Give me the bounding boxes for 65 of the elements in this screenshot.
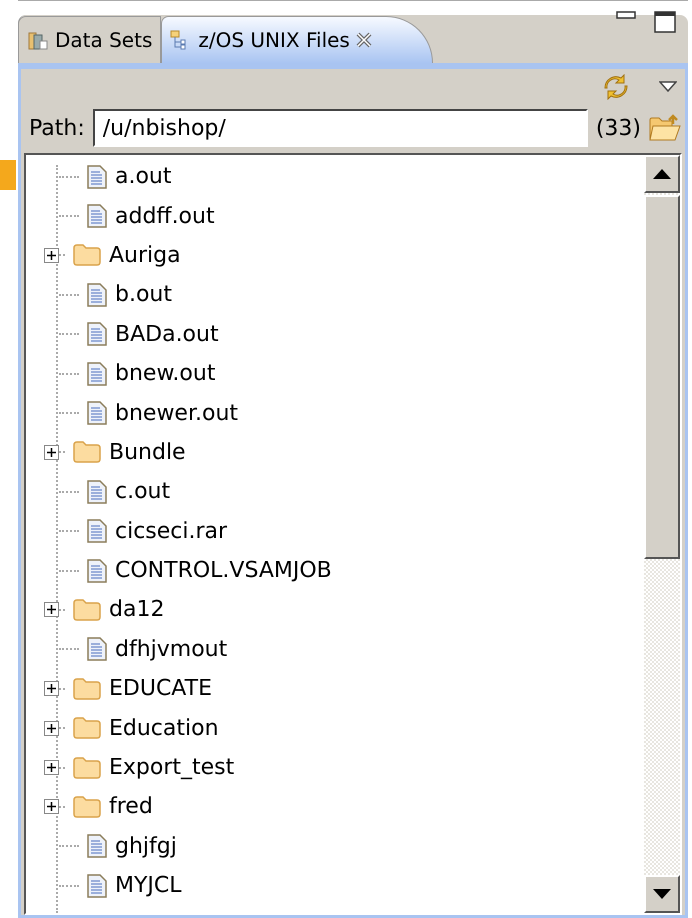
- document-icon: [87, 282, 107, 307]
- document-icon: [87, 558, 107, 583]
- folder-icon: [73, 717, 101, 740]
- document-icon: [87, 480, 107, 504]
- expand-toggle[interactable]: [44, 760, 59, 776]
- file-name[interactable]: dfhjvmout: [115, 636, 228, 662]
- file-name[interactable]: BADa.out: [115, 322, 219, 347]
- folder-name[interactable]: Export_test: [109, 755, 234, 780]
- folder-icon: [73, 441, 101, 464]
- document-icon: [87, 519, 107, 544]
- scrollbar[interactable]: [644, 155, 680, 913]
- folder-icon: [73, 678, 101, 700]
- path-field[interactable]: /u/nbishop/: [92, 109, 588, 147]
- folder-name[interactable]: Bundle: [109, 440, 186, 465]
- document-icon: [87, 637, 107, 662]
- file-name[interactable]: a.out: [115, 164, 172, 190]
- scroll-thumb[interactable]: [644, 195, 680, 559]
- file-name[interactable]: ghjfgj: [115, 834, 177, 859]
- document-icon: [87, 874, 107, 898]
- folder-name[interactable]: Education: [109, 716, 219, 741]
- document-icon: [87, 401, 107, 426]
- file-name[interactable]: bnewer.out: [115, 400, 238, 426]
- document-icon: [87, 164, 107, 189]
- minimize-icon[interactable]: [616, 11, 636, 19]
- file-name[interactable]: b.out: [115, 282, 172, 308]
- view-tab[interactable]: Data Sets: [18, 16, 162, 63]
- folder-name[interactable]: EDUCATE: [109, 676, 212, 702]
- file-name[interactable]: MYJCL: [115, 873, 182, 898]
- folder-name[interactable]: fred: [109, 794, 153, 820]
- open-folder-icon[interactable]: [649, 114, 681, 142]
- file-name[interactable]: bnew.out: [115, 361, 216, 386]
- dropdown-icon[interactable]: [659, 81, 677, 93]
- file-name[interactable]: CONTROL.VSAMJOB: [115, 558, 332, 584]
- folder-icon: [73, 756, 101, 779]
- file-name[interactable]: c.out: [115, 479, 170, 504]
- folder-name[interactable]: da12: [109, 597, 164, 622]
- folder-icon: [73, 796, 101, 818]
- tab-label: Data Sets: [55, 28, 152, 52]
- expand-toggle[interactable]: [44, 248, 59, 263]
- path-label: Path:: [29, 116, 85, 140]
- scroll-up-button[interactable]: [644, 155, 680, 193]
- file-name[interactable]: addff.out: [115, 204, 215, 229]
- folder-name[interactable]: Auriga: [109, 242, 181, 268]
- document-icon: [87, 362, 107, 386]
- expand-toggle[interactable]: [44, 444, 59, 460]
- expand-toggle[interactable]: [44, 602, 59, 618]
- folder-icon: [73, 598, 101, 621]
- document-icon: [87, 834, 107, 858]
- expand-toggle[interactable]: [44, 720, 59, 736]
- expand-toggle[interactable]: [44, 799, 59, 814]
- item-count: (33): [596, 116, 641, 140]
- close-icon[interactable]: [356, 32, 372, 48]
- document-icon: [87, 204, 107, 228]
- folder-icon: [73, 244, 101, 266]
- up-arrow-icon: [653, 169, 671, 179]
- expand-toggle[interactable]: [44, 681, 59, 696]
- marker-strip: [0, 160, 16, 190]
- view-tab[interactable]: z/OS UNIX Files: [161, 16, 433, 63]
- tab-label: z/OS UNIX Files: [198, 28, 350, 52]
- down-arrow-icon: [653, 889, 671, 899]
- maximize-icon[interactable]: [654, 11, 676, 33]
- file-name[interactable]: cicseci.rar: [115, 518, 228, 544]
- document-icon: [87, 322, 107, 346]
- scroll-down-button[interactable]: [644, 875, 680, 913]
- sync-icon[interactable]: [603, 74, 629, 100]
